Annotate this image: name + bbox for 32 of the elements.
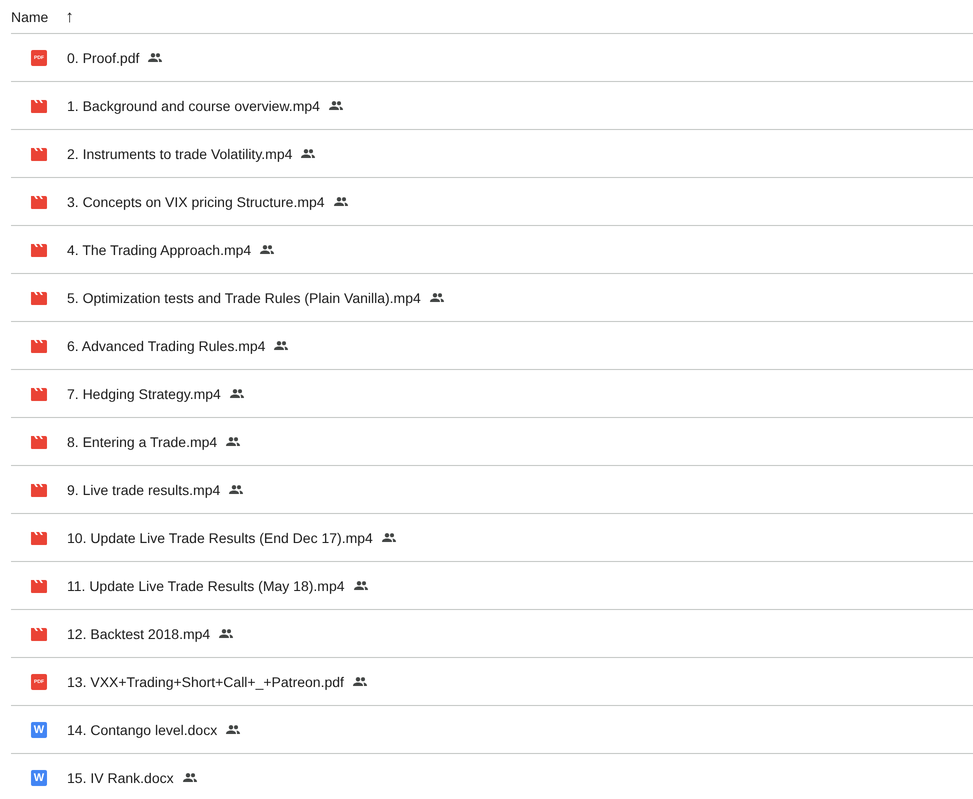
file-name[interactable]: 15. IV Rank.docx [67, 770, 174, 786]
film-icon [31, 242, 47, 256]
file-name[interactable]: 10. Update Live Trade Results (End Dec 17).mp4 [67, 530, 373, 546]
file-name[interactable]: 6. Advanced Trading Rules.mp4 [67, 338, 266, 354]
film-icon [31, 530, 47, 544]
film-icon [31, 578, 47, 592]
file-name[interactable]: 4. The Trading Approach.mp4 [67, 242, 252, 258]
film-icon [31, 146, 47, 160]
sort-button[interactable]: ↑ [65, 8, 74, 25]
film-icon [31, 386, 47, 400]
file-name[interactable]: 1. Background and course overview.mp4 [67, 98, 320, 114]
document-icon: W [31, 722, 47, 738]
file-name[interactable]: 11. Update Live Trade Results (May 18).mp4 [67, 578, 345, 594]
file-name[interactable]: 7. Hedging Strategy.mp4 [67, 386, 221, 402]
file-name[interactable]: 13. VXX+Trading+Short+Call+_+Patreon.pdf [67, 674, 344, 690]
file-name[interactable]: 0. Proof.pdf [67, 50, 140, 66]
file-name[interactable]: 14. Contango level.docx [67, 722, 218, 738]
file-name[interactable]: 8. Entering a Trade.mp4 [67, 434, 218, 450]
file-name[interactable]: 2. Instruments to trade Volatility.mp4 [67, 146, 292, 162]
file-name[interactable]: 3. Concepts on VIX pricing Structure.mp4 [67, 194, 325, 210]
film-icon [31, 434, 47, 448]
film-icon [31, 338, 47, 352]
film-icon [31, 482, 47, 496]
document-icon: W [31, 770, 47, 786]
film-icon [31, 290, 47, 304]
file-name[interactable]: 9. Live trade results.mp4 [67, 482, 220, 498]
film-icon [31, 98, 47, 112]
file-name[interactable]: 12. Backtest 2018.mp4 [67, 626, 210, 642]
film-icon [31, 194, 47, 208]
column-header: Name [11, 8, 48, 24]
film-icon [31, 626, 47, 640]
file-name[interactable]: 5. Optimization tests and Trade Rules (Plain Vanilla).mp4 [67, 290, 421, 306]
